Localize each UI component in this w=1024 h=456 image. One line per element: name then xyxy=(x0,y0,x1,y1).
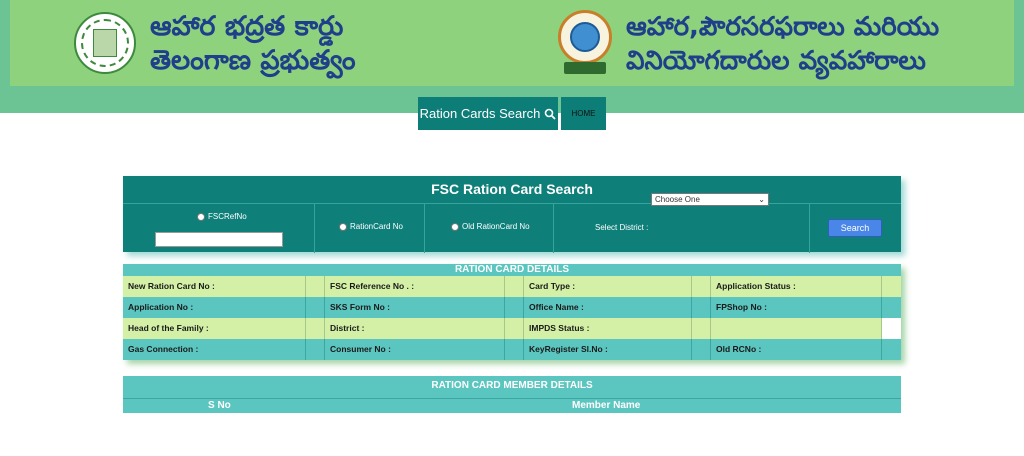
nav-search-label: Ration Cards Search xyxy=(419,106,541,121)
search-panel-title: FSC Ration Card Search xyxy=(431,181,593,197)
field-keyregister-sl-no: KeyRegister Sl.No : xyxy=(524,339,692,360)
field-impds-status: IMPDS Status : xyxy=(524,318,692,339)
details-title: RATION CARD DETAILS xyxy=(123,264,901,276)
field-fpshop-no: FPShop No : xyxy=(711,297,882,318)
details-row: Gas Connection : Consumer No : KeyRegist… xyxy=(123,339,901,360)
fscref-radio[interactable] xyxy=(197,212,205,221)
ration-card-details: RATION CARD DETAILS New Ration Card No :… xyxy=(123,264,901,360)
title-right-line1: ఆహార,పౌరసరఫరాలు మరియు xyxy=(626,12,940,42)
department-logo-ribbon xyxy=(564,62,606,74)
nav-home[interactable]: HOME xyxy=(561,97,606,130)
field-sks-form-no: SKS Form No : xyxy=(325,297,505,318)
chevron-down-icon: ⌄ xyxy=(758,195,765,204)
fscref-label: FSCRefNo xyxy=(208,212,247,221)
old-rationcard-cell: Old RationCard No xyxy=(425,204,554,253)
member-columns: S No Member Name xyxy=(123,398,901,413)
department-logo-icon xyxy=(558,10,612,64)
search-button-label: Search xyxy=(840,223,870,233)
search-icon xyxy=(545,108,556,120)
field-district: District : xyxy=(325,318,505,339)
field-consumer-no: Consumer No : xyxy=(325,339,505,360)
member-details: RATION CARD MEMBER DETAILS S No Member N… xyxy=(123,376,901,413)
nav-home-label: HOME xyxy=(571,109,596,118)
field-head-of-family: Head of the Family : xyxy=(123,318,306,339)
field-card-type: Card Type : xyxy=(524,276,692,297)
blank-cell xyxy=(882,318,901,339)
nav-ration-cards-search[interactable]: Ration Cards Search xyxy=(418,97,558,130)
district-cell: Select District : xyxy=(554,204,810,253)
telangana-emblem-icon xyxy=(74,12,136,74)
header-title-left: ఆహార భద్రత కార్డు తెలంగాణ ప్రభుత్వం xyxy=(150,10,390,78)
fscref-cell: FSCRefNo xyxy=(123,204,315,253)
district-select[interactable]: Choose One ⌄ xyxy=(651,193,769,206)
title-left-line1: ఆహార భద్రత కార్డు xyxy=(150,11,344,42)
field-fsc-reference-no: FSC Reference No . : xyxy=(325,276,505,297)
fscref-input[interactable] xyxy=(155,232,283,247)
field-new-ration-card-no: New Ration Card No : xyxy=(123,276,306,297)
rationcard-label: RationCard No xyxy=(350,222,403,231)
field-application-status: Application Status : xyxy=(711,276,882,297)
search-panel: FSC Ration Card Search FSCRefNo RationCa… xyxy=(123,176,901,253)
details-row: Application No : SKS Form No : Office Na… xyxy=(123,297,901,318)
field-office-name: Office Name : xyxy=(524,297,692,318)
details-row: Head of the Family : District : IMPDS St… xyxy=(123,318,901,339)
header-title-right: ఆహార,పౌరసరఫరాలు మరియు వినియోగదారుల వ్యవహ… xyxy=(626,10,986,78)
field-empty xyxy=(711,318,882,339)
page: ఆహార భద్రత కార్డు తెలంగాణ ప్రభుత్వం ఆహార… xyxy=(0,0,1024,456)
rationcard-radio[interactable] xyxy=(339,222,347,231)
field-gas-connection: Gas Connection : xyxy=(123,339,306,360)
title-right-line2: వినియోగదారుల వ్యవహారాలు xyxy=(626,46,926,76)
old-rationcard-label: Old RationCard No xyxy=(462,222,530,231)
field-old-rc-no: Old RCNo : xyxy=(711,339,882,360)
details-row: New Ration Card No : FSC Reference No . … xyxy=(123,276,901,297)
search-options-row: FSCRefNo RationCard No Old RationCard No… xyxy=(123,203,901,253)
search-button[interactable]: Search xyxy=(828,219,882,237)
member-details-title: RATION CARD MEMBER DETAILS xyxy=(431,380,593,391)
rationcard-cell: RationCard No xyxy=(315,204,425,253)
old-rationcard-radio[interactable] xyxy=(451,222,459,231)
field-application-no: Application No : xyxy=(123,297,306,318)
title-left-line2: తెలంగాణ ప్రభుత్వం xyxy=(150,45,356,76)
column-s-no: S No xyxy=(208,400,231,411)
column-member-name: Member Name xyxy=(572,400,641,411)
district-label: Select District : xyxy=(595,223,649,232)
district-select-value: Choose One xyxy=(655,195,700,204)
